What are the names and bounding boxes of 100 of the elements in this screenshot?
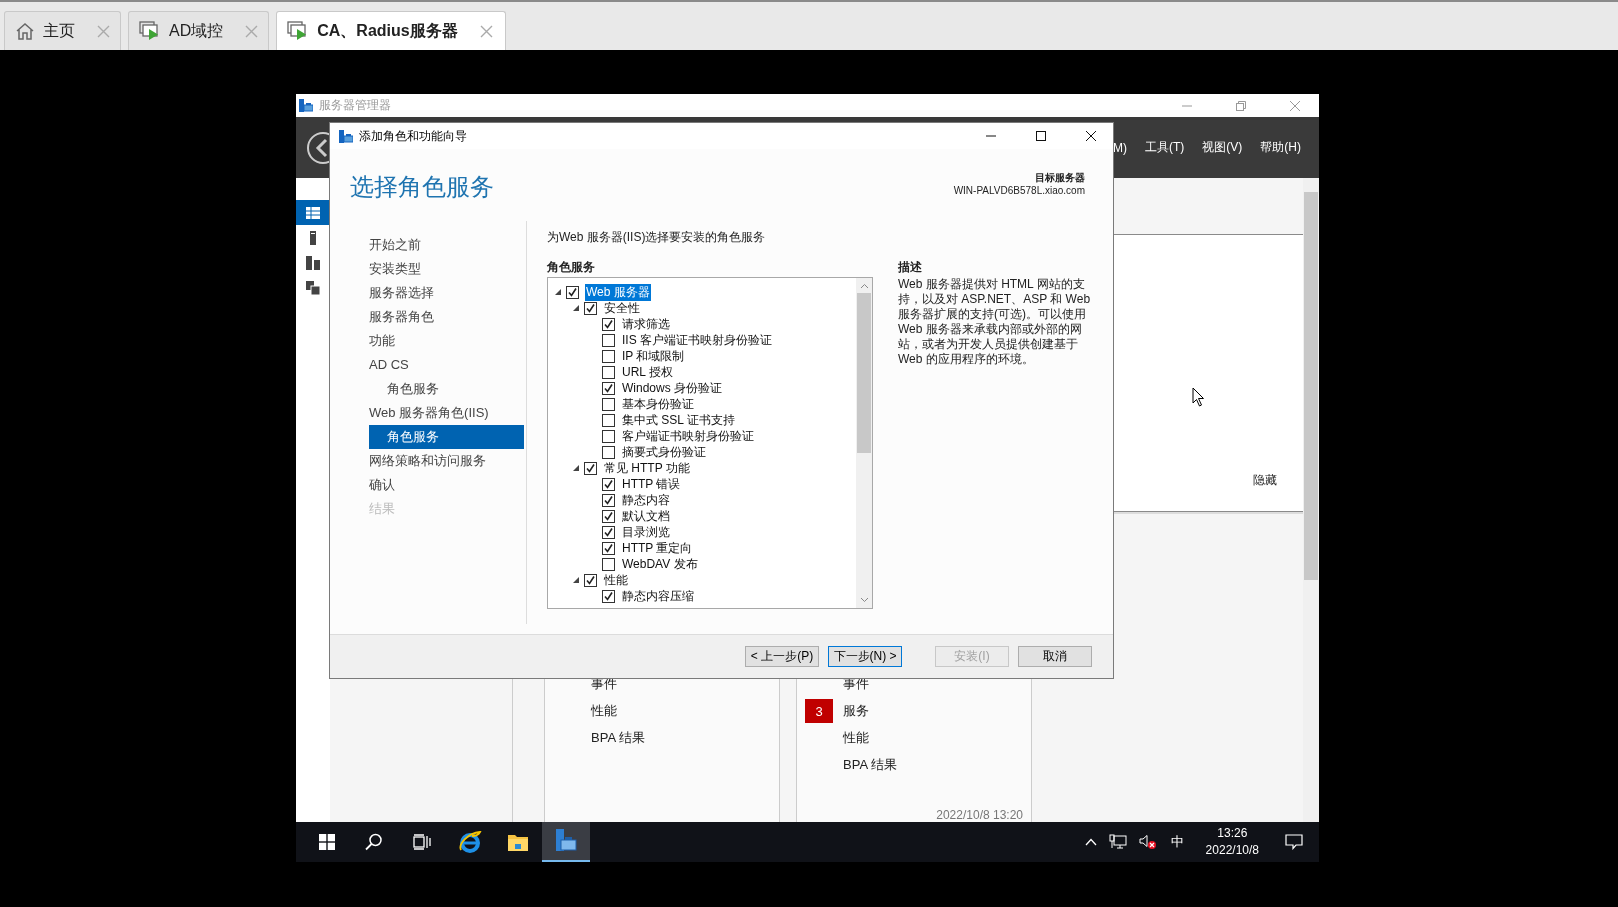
tree-item[interactable]: 基本身份验证: [621, 395, 695, 413]
checkbox[interactable]: [584, 573, 597, 587]
checkbox[interactable]: [602, 541, 615, 555]
tile-link[interactable]: BPA 结果: [843, 756, 897, 774]
checkbox[interactable]: [602, 493, 615, 507]
checkbox[interactable]: [584, 301, 597, 315]
expanded-arrow-icon[interactable]: [572, 464, 580, 472]
tree-item[interactable]: 静态内容压缩: [621, 587, 695, 605]
input-language-indicator[interactable]: 中: [1170, 833, 1184, 851]
checkbox[interactable]: [602, 525, 615, 539]
tile-link[interactable]: 服务: [843, 702, 869, 720]
server-manager-icon: [339, 129, 353, 143]
wizard-step[interactable]: AD CS: [369, 353, 524, 377]
window-title: 服务器管理器: [319, 97, 391, 114]
checkbox[interactable]: [602, 397, 615, 411]
checkbox[interactable]: [602, 429, 615, 443]
wizard-button[interactable]: < 上一步(P): [745, 646, 819, 667]
tree-item[interactable]: 性能: [603, 571, 629, 589]
menu-item[interactable]: M): [1113, 140, 1127, 155]
tree-item[interactable]: URL 授权: [621, 363, 674, 381]
scrollbar[interactable]: [1303, 178, 1319, 822]
checkbox[interactable]: [602, 317, 615, 331]
notification-icon[interactable]: [1285, 834, 1303, 850]
maximize-icon[interactable]: [1035, 130, 1047, 142]
tree-item[interactable]: 常见 HTTP 功能: [603, 459, 691, 477]
tree-item[interactable]: 集中式 SSL 证书支持: [621, 411, 736, 429]
tree-item[interactable]: 目录浏览: [621, 523, 671, 541]
tree-item[interactable]: HTTP 重定向: [621, 539, 694, 557]
tab-label: CA、Radius服务器: [317, 20, 458, 41]
tree-item[interactable]: 客户端证书映射身份验证: [621, 427, 755, 445]
wizard-step[interactable]: 角色服务: [369, 425, 524, 449]
tree-item[interactable]: 摘要式身份验证: [621, 443, 707, 461]
windows-start-icon[interactable]: [319, 834, 335, 850]
menu-item[interactable]: 视图(V): [1202, 139, 1243, 156]
server-icon: [309, 230, 317, 245]
wizard-step[interactable]: 功能: [369, 329, 524, 353]
search-icon[interactable]: [365, 833, 383, 851]
wizard-step[interactable]: 确认: [369, 473, 524, 497]
folder-icon: [507, 832, 529, 852]
scrollbar[interactable]: [856, 278, 872, 608]
checkbox[interactable]: [602, 557, 615, 571]
scroll-up-icon[interactable]: [859, 283, 869, 289]
chevron-up-icon[interactable]: [1084, 838, 1097, 846]
tree-item[interactable]: HTTP 错误: [621, 475, 682, 493]
section-heading: 描述: [898, 259, 923, 276]
tree-item[interactable]: 安全性: [603, 299, 641, 317]
close-icon[interactable]: [1085, 130, 1097, 142]
hide-link[interactable]: 隐藏: [1253, 472, 1277, 489]
vm-tab[interactable]: AD域控: [128, 11, 270, 50]
expanded-arrow-icon[interactable]: [572, 304, 580, 312]
muted-speaker-icon[interactable]: [1138, 834, 1157, 850]
wizard-step[interactable]: 开始之前: [369, 233, 524, 257]
network-icon[interactable]: [1108, 834, 1127, 850]
page-heading: 选择角色服务: [350, 172, 494, 202]
tree-item[interactable]: Web 服务器: [585, 283, 651, 301]
wizard-button[interactable]: 取消: [1018, 646, 1092, 667]
clock[interactable]: 13:26 2022/10/8: [1205, 825, 1259, 859]
vm-tab[interactable]: 主页: [4, 11, 121, 50]
wizard-step[interactable]: 服务器角色: [369, 305, 524, 329]
wizard-step[interactable]: 角色服务: [369, 377, 524, 401]
virtual-machine-icon: [139, 21, 161, 41]
tree-item[interactable]: IP 和域限制: [621, 347, 686, 365]
tree-item[interactable]: Windows 身份验证: [621, 379, 723, 397]
task-view-icon[interactable]: [413, 834, 431, 850]
checkbox[interactable]: [602, 509, 615, 523]
clock-date: 2022/10/8: [1205, 842, 1259, 859]
checkbox[interactable]: [584, 461, 597, 475]
checkbox[interactable]: [602, 589, 615, 603]
checkbox[interactable]: [602, 381, 615, 395]
tab-label: AD域控: [169, 20, 224, 41]
menu-item[interactable]: 工具(T): [1145, 139, 1185, 156]
checkbox[interactable]: [602, 333, 615, 347]
checkbox[interactable]: [602, 445, 615, 459]
tree-item[interactable]: 静态内容: [621, 491, 671, 509]
scroll-down-icon[interactable]: [859, 597, 869, 603]
checkbox[interactable]: [602, 477, 615, 491]
wizard-button[interactable]: 下一步(N) >: [828, 646, 902, 667]
vm-tab[interactable]: CA、Radius服务器: [276, 11, 506, 50]
checkbox[interactable]: [602, 349, 615, 363]
tree-item[interactable]: IIS 客户端证书映射身份验证: [621, 331, 773, 349]
wizard-step[interactable]: 网络策略和访问服务: [369, 449, 524, 473]
tree-item[interactable]: 默认文档: [621, 507, 671, 525]
tree-item[interactable]: 请求筛选: [621, 315, 671, 333]
section-heading: 角色服务: [547, 259, 596, 276]
menu-item[interactable]: 帮助(H): [1260, 139, 1301, 156]
expanded-arrow-icon[interactable]: [554, 288, 562, 296]
tree-item[interactable]: WebDAV 发布: [621, 555, 699, 573]
wizard-step[interactable]: 安装类型: [369, 257, 524, 281]
target-server-name: WIN-PALVD6B578L.xiao.com: [953, 184, 1085, 197]
sidebar-item[interactable]: [296, 200, 330, 225]
tile-link[interactable]: 性能: [843, 729, 869, 747]
checkbox[interactable]: [566, 285, 579, 299]
checkbox[interactable]: [602, 413, 615, 427]
tile-link[interactable]: 性能: [591, 702, 617, 720]
wizard-step[interactable]: 服务器选择: [369, 281, 524, 305]
checkbox[interactable]: [602, 365, 615, 379]
restore-icon[interactable]: [1235, 99, 1247, 112]
wizard-step[interactable]: Web 服务器角色(IIS): [369, 401, 524, 425]
tile-link[interactable]: BPA 结果: [591, 729, 645, 747]
expanded-arrow-icon[interactable]: [572, 576, 580, 584]
